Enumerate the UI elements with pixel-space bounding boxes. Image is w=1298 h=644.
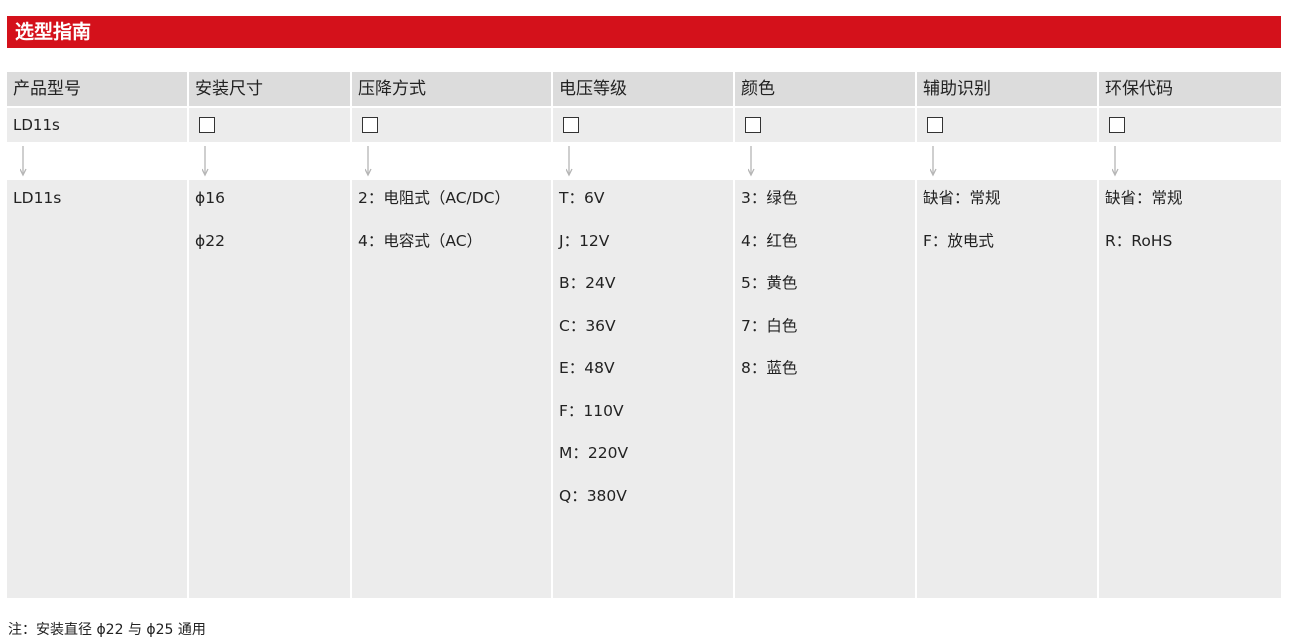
selector-cell[interactable] xyxy=(189,108,350,142)
option-item: F：110V xyxy=(559,401,624,420)
option-item: C：36V xyxy=(559,316,616,335)
option-item: B：24V xyxy=(559,274,616,292)
checkbox-square[interactable] xyxy=(362,117,378,133)
selector-cell[interactable] xyxy=(735,108,915,142)
down-arrow-icon xyxy=(20,146,27,177)
option-item: J：12V xyxy=(559,231,610,250)
model-code: LD11s xyxy=(13,116,60,134)
checkbox-square[interactable] xyxy=(563,117,579,133)
checkbox-square[interactable] xyxy=(927,117,943,133)
checkbox-square[interactable] xyxy=(199,117,215,133)
option-item: Q：380V xyxy=(559,486,627,505)
footnote: 注：安装直径 ϕ22 与 ϕ25 通用 xyxy=(8,622,206,638)
option-item: ϕ16 xyxy=(195,189,225,207)
down-arrow-icon xyxy=(748,146,755,177)
selector-cell[interactable] xyxy=(917,108,1097,142)
checkbox-square[interactable] xyxy=(745,117,761,133)
column-header: 环保代码 xyxy=(1099,72,1281,106)
selector-cell[interactable] xyxy=(352,108,551,142)
column-header: 压降方式 xyxy=(352,72,551,106)
options-cell: T：6V J：12V B：24V C：36V E：48V F：110V M：220V Q：38… xyxy=(553,180,733,598)
option-item: M：220V xyxy=(559,444,629,462)
options-cell: 缺省：常规 F：放电式 xyxy=(917,180,1097,598)
options-cell: 3：绿色 4：红色 5：黄色 7：白色 8：蓝色 xyxy=(735,180,915,598)
option-item: F：放电式 xyxy=(923,231,994,250)
down-arrow-icon xyxy=(566,146,573,177)
option-item: 4：红色 xyxy=(741,231,798,250)
column-header: 辅助识别 xyxy=(917,72,1097,106)
down-arrow-icon xyxy=(930,146,937,177)
option-item: 2：电阻式（AC/DC） xyxy=(358,189,510,207)
selector-cell[interactable] xyxy=(553,108,733,142)
option-item: LD11s xyxy=(13,189,62,207)
column-header: 电压等级 xyxy=(553,72,733,106)
option-item: 5：黄色 xyxy=(741,274,798,292)
options-cell: 2：电阻式（AC/DC） 4：电容式（AC） xyxy=(352,180,551,598)
selector-cell[interactable] xyxy=(1099,108,1281,142)
checkbox-square[interactable] xyxy=(1109,117,1125,133)
selector-cell: LD11s xyxy=(7,108,187,142)
option-item: E：48V xyxy=(559,359,615,377)
options-cell: 缺省：常规 R：RoHS xyxy=(1099,180,1281,598)
option-item: 8：蓝色 xyxy=(741,359,798,377)
down-arrow-icon xyxy=(365,146,372,177)
down-arrow-icon xyxy=(1112,146,1119,177)
options-cell: ϕ16 ϕ22 xyxy=(189,180,350,598)
option-item: T：6V xyxy=(559,189,605,207)
option-item: R：RoHS xyxy=(1105,231,1173,250)
option-item: 7：白色 xyxy=(741,316,798,335)
column-header: 安装尺寸 xyxy=(189,72,350,106)
option-item: 缺省：常规 xyxy=(1105,189,1183,207)
option-item: 缺省：常规 xyxy=(923,189,1001,207)
column-header: 颜色 xyxy=(735,72,915,106)
page-title: 选型指南 xyxy=(15,21,92,43)
down-arrow-icon xyxy=(202,146,209,177)
option-item: ϕ22 xyxy=(195,231,225,250)
title-banner: 选型指南 xyxy=(7,16,1281,48)
column-header: 产品型号 xyxy=(7,72,187,106)
option-item: 4：电容式（AC） xyxy=(358,231,483,250)
option-item: 3：绿色 xyxy=(741,189,798,207)
options-cell: LD11s xyxy=(7,180,187,598)
